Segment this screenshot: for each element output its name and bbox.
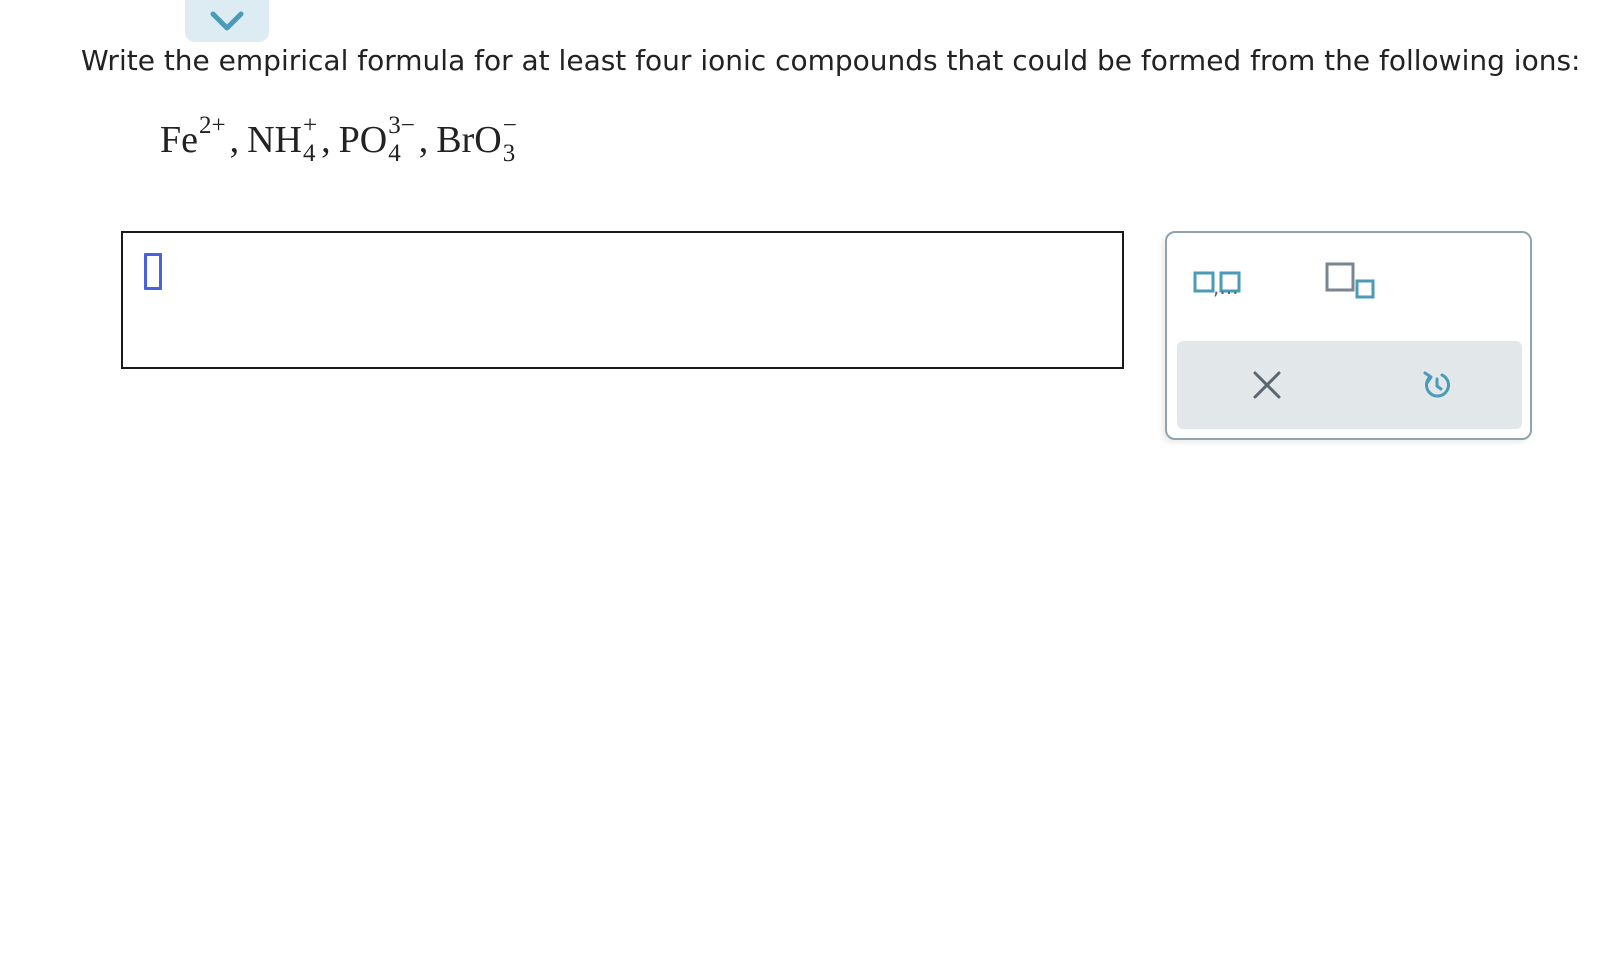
ion-fe: Fe 2+ (160, 112, 226, 167)
ion-subscript: 4 (303, 140, 316, 168)
ion-po4: PO 3− 4 (338, 112, 415, 168)
ion-separator: , (229, 119, 240, 161)
ion-charge: + (303, 112, 318, 140)
ion-nh4: NH +4 (247, 112, 318, 168)
ion-charge: − (502, 112, 517, 140)
subscript-template-icon (1325, 262, 1375, 299)
ion-charge: 2+ (199, 112, 226, 140)
list-button-label: ,... (1213, 275, 1238, 299)
subscript-template-button[interactable] (1317, 259, 1387, 309)
math-toolbar: ,... (1165, 231, 1532, 440)
ion-symbol: BrO (436, 119, 502, 161)
action-bar (1177, 341, 1522, 429)
question-prompt: Write the empirical formula for at least… (81, 44, 1581, 77)
ion-separator: , (321, 119, 331, 161)
chevron-down-icon (210, 11, 244, 31)
answer-input[interactable] (121, 231, 1124, 369)
ion-symbol: Fe (160, 119, 198, 161)
ion-subscript (199, 144, 226, 164)
undo-button[interactable] (1407, 355, 1467, 415)
clear-button[interactable] (1237, 355, 1297, 415)
close-icon (1253, 371, 1281, 399)
undo-icon (1423, 371, 1450, 398)
ion-charge: 3− (388, 112, 415, 140)
ion-subscript: 3 (502, 140, 516, 168)
ion-symbol: PO (338, 119, 388, 161)
input-placeholder-box[interactable] (144, 253, 162, 290)
ion-list: Fe 2+ , NH +4 , PO 3− 4 , BrO −3 (160, 112, 517, 168)
list-template-button[interactable]: ,... (1193, 261, 1283, 307)
list-template-icon: ,... (1193, 271, 1241, 299)
ion-symbol: NH (247, 119, 302, 161)
collapse-button[interactable] (185, 0, 269, 42)
ion-subscript: 4 (388, 140, 401, 168)
ion-separator: , (418, 119, 429, 161)
ion-bro3: BrO −3 (436, 112, 517, 168)
